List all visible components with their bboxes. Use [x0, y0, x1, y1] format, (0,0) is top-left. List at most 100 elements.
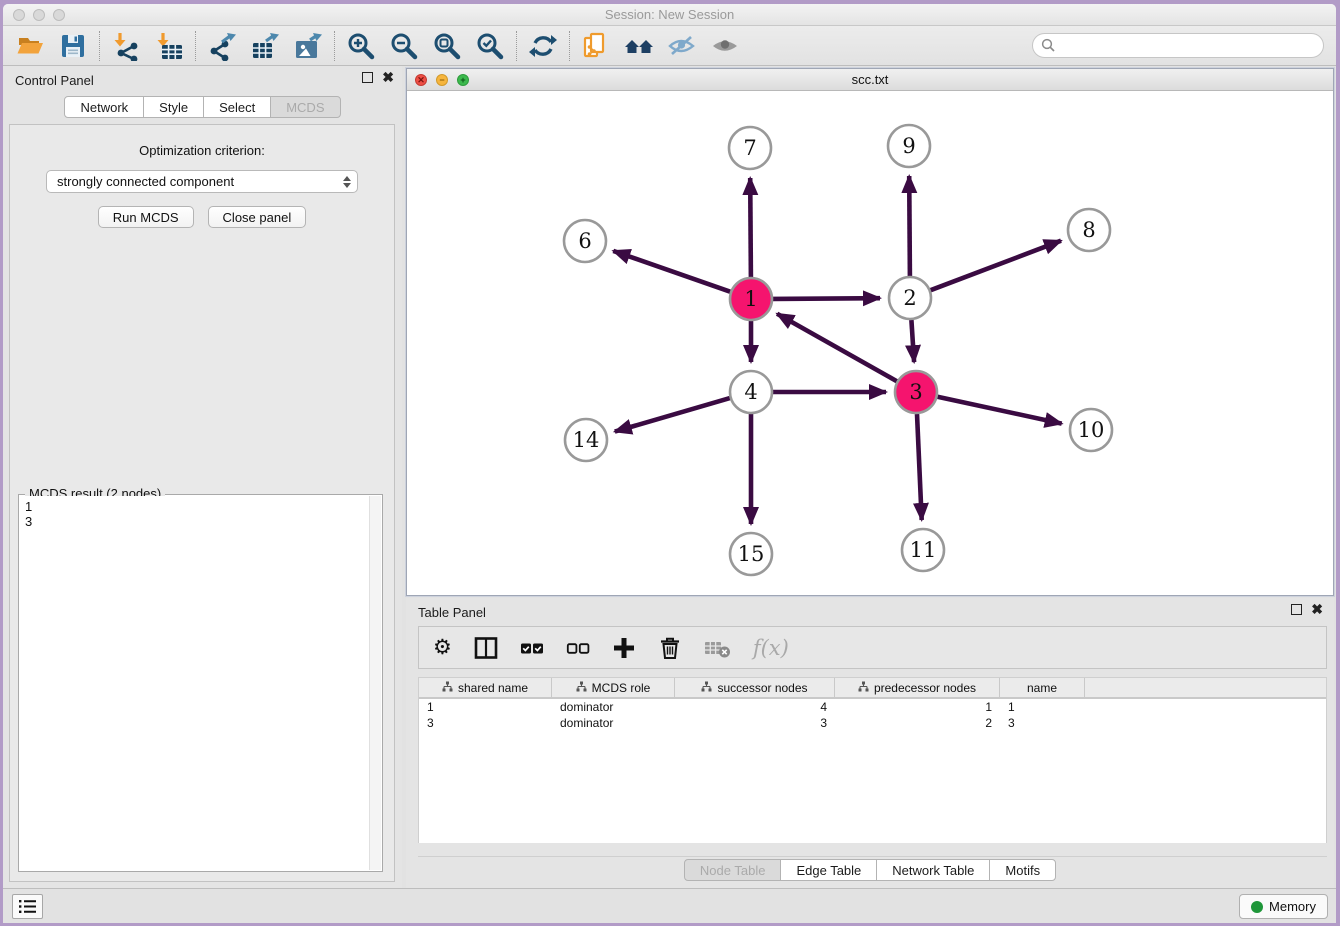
close-panel-button[interactable]: Close panel: [208, 206, 307, 228]
table-tab-node-table[interactable]: Node Table: [684, 859, 782, 881]
column-header-shared-name[interactable]: shared name: [419, 678, 552, 697]
show-columns-icon[interactable]: [474, 636, 498, 660]
hierarchy-icon: [701, 681, 712, 695]
home-layout-icon[interactable]: [622, 30, 656, 62]
toolbar-separator: [99, 31, 100, 61]
edge-3-1[interactable]: [777, 314, 897, 382]
float-table-panel-icon[interactable]: [1291, 604, 1302, 615]
show-all-eye-icon[interactable]: [708, 30, 742, 62]
search-input[interactable]: [1061, 38, 1323, 53]
table-tab-motifs[interactable]: Motifs: [989, 859, 1056, 881]
edge-4-14[interactable]: [615, 398, 730, 432]
tab-select[interactable]: Select: [203, 96, 271, 118]
column-header-predecessor-nodes[interactable]: predecessor nodes: [835, 678, 1000, 697]
edge-2-9[interactable]: [909, 176, 910, 276]
table-settings-icon[interactable]: ⚙: [433, 638, 452, 658]
edge-3-10[interactable]: [938, 397, 1062, 424]
global-search-field[interactable]: [1032, 33, 1324, 58]
optimization-criterion-value: strongly connected component: [57, 174, 234, 189]
tab-style[interactable]: Style: [143, 96, 204, 118]
zoom-fit-icon[interactable]: [430, 30, 464, 62]
edge-1-6[interactable]: [613, 251, 730, 292]
table-cell[interactable]: dominator: [552, 699, 675, 715]
graph-node-7[interactable]: 7: [729, 127, 771, 169]
svg-text:10: 10: [1078, 418, 1105, 442]
edge-1-2[interactable]: [773, 298, 880, 299]
zoom-out-icon[interactable]: [387, 30, 421, 62]
zoom-selected-icon[interactable]: [473, 30, 507, 62]
first-neighbors-icon[interactable]: [579, 30, 613, 62]
edge-1-7[interactable]: [750, 178, 751, 277]
table-cell[interactable]: 1: [419, 699, 552, 715]
import-network-icon[interactable]: [109, 30, 143, 62]
table-cell[interactable]: 3: [419, 715, 552, 731]
table-cell[interactable]: 2: [835, 715, 1000, 731]
graph-node-14[interactable]: 14: [565, 419, 607, 461]
node-table: shared nameMCDS rolesuccessor nodesprede…: [418, 677, 1327, 843]
hierarchy-icon: [576, 681, 587, 695]
table-row[interactable]: 1dominator411: [419, 699, 1326, 715]
graph-node-11[interactable]: 11: [902, 529, 944, 571]
table-cell[interactable]: 3: [675, 715, 835, 731]
graph-node-6[interactable]: 6: [564, 220, 606, 262]
hide-selected-eye-icon[interactable]: [665, 30, 699, 62]
apply-function-icon[interactable]: f(x): [753, 636, 789, 660]
table-cell[interactable]: 4: [675, 699, 835, 715]
table-cell[interactable]: dominator: [552, 715, 675, 731]
graph-node-15[interactable]: 15: [730, 533, 772, 575]
open-file-icon[interactable]: [13, 30, 47, 62]
import-table-icon[interactable]: [152, 30, 186, 62]
save-session-icon[interactable]: [56, 30, 90, 62]
graph-node-10[interactable]: 10: [1070, 409, 1112, 451]
table-toolbar: ⚙: [418, 626, 1327, 669]
column-header-MCDS-role[interactable]: MCDS role: [552, 678, 675, 697]
table-cell[interactable]: 1: [1000, 699, 1085, 715]
column-header-name[interactable]: name: [1000, 678, 1085, 697]
close-panel-icon[interactable]: ✖: [382, 72, 394, 83]
network-canvas[interactable]: 7 9 6 8 1 2 4 3 14 10 15 11: [407, 91, 1333, 595]
mcds-result-group: MCDS result (2 nodes) 1 3: [18, 494, 383, 872]
close-table-panel-icon[interactable]: ✖: [1311, 604, 1323, 615]
export-table-icon[interactable]: [248, 30, 282, 62]
graph-node-2[interactable]: 2: [889, 277, 931, 319]
svg-text:6: 6: [578, 229, 591, 253]
select-all-columns-icon[interactable]: [520, 636, 544, 660]
control-panel-title: Control Panel: [15, 73, 94, 88]
edge-3-11[interactable]: [917, 414, 922, 520]
edge-2-3[interactable]: [911, 320, 914, 362]
table-tab-network-table[interactable]: Network Table: [876, 859, 990, 881]
deselect-all-columns-icon[interactable]: [566, 636, 590, 660]
export-network-icon[interactable]: [205, 30, 239, 62]
svg-text:14: 14: [573, 428, 600, 452]
mcds-result-text[interactable]: 1 3: [20, 496, 369, 870]
refresh-view-icon[interactable]: [526, 30, 560, 62]
workspace: Control Panel ✖ NetworkStyleSelectMCDS O…: [3, 66, 1336, 888]
table-row[interactable]: 3dominator323: [419, 715, 1326, 731]
memory-button[interactable]: Memory: [1239, 894, 1328, 919]
add-column-icon[interactable]: [612, 636, 636, 660]
table-cell[interactable]: 1: [835, 699, 1000, 715]
column-header-successor-nodes[interactable]: successor nodes: [675, 678, 835, 697]
graph-node-9[interactable]: 9: [888, 125, 930, 167]
graph-node-8[interactable]: 8: [1068, 209, 1110, 251]
run-mcds-button[interactable]: Run MCDS: [98, 206, 194, 228]
task-history-button[interactable]: [12, 894, 43, 919]
svg-text:11: 11: [910, 538, 937, 562]
delete-column-icon[interactable]: [658, 636, 682, 660]
optimization-criterion-select[interactable]: strongly connected component: [46, 170, 358, 193]
graph-node-4[interactable]: 4: [730, 371, 772, 413]
hierarchy-icon: [858, 681, 869, 695]
edge-2-8[interactable]: [931, 241, 1061, 291]
graph-node-3[interactable]: 3: [895, 371, 937, 413]
control-panel: Control Panel ✖ NetworkStyleSelectMCDS O…: [3, 66, 402, 888]
result-scrollbar[interactable]: [369, 496, 381, 870]
float-panel-icon[interactable]: [362, 72, 373, 83]
tab-mcds[interactable]: MCDS: [270, 96, 340, 118]
table-cell[interactable]: 3: [1000, 715, 1085, 731]
export-image-icon[interactable]: [291, 30, 325, 62]
graph-node-1[interactable]: 1: [730, 278, 772, 320]
delete-table-icon[interactable]: [704, 636, 731, 660]
zoom-in-icon[interactable]: [344, 30, 378, 62]
table-tab-edge-table[interactable]: Edge Table: [780, 859, 877, 881]
tab-network[interactable]: Network: [64, 96, 144, 118]
